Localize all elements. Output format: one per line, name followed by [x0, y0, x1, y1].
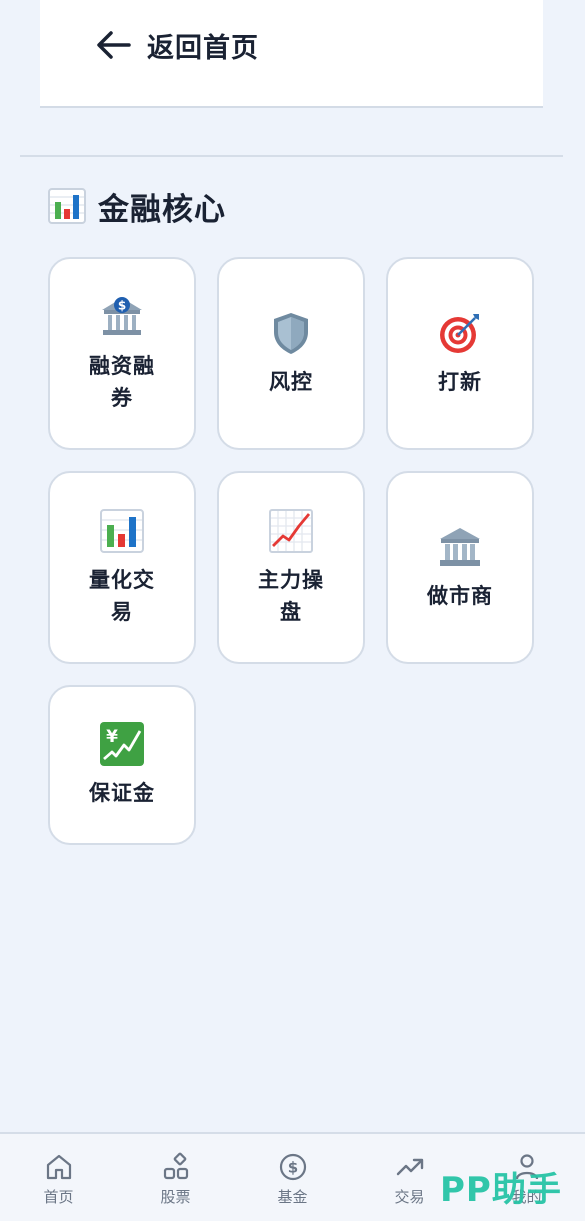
tile-label: 融资融券: [89, 353, 155, 410]
tile-label: 做市商: [427, 583, 493, 608]
nav-item-stocks[interactable]: 股票: [117, 1134, 234, 1221]
divider: [20, 155, 563, 157]
tile-margin-trading[interactable]: $ 融资融券: [48, 257, 196, 450]
tile-label: 主力操盘: [258, 567, 324, 624]
bar-chart-icon: [100, 508, 144, 553]
tile-label: 量化交易: [89, 567, 155, 624]
bar-chart-icon: [48, 188, 86, 224]
tile-risk-control[interactable]: 风控: [217, 257, 365, 450]
bank-dollar-icon: $: [102, 296, 142, 335]
section-title: 金融核心: [98, 191, 226, 228]
back-card: 返回首页: [40, 0, 543, 108]
tile-label: 保证金: [89, 781, 155, 805]
tile-market-maker[interactable]: 做市商: [386, 471, 534, 664]
nav-item-funds[interactable]: $ 基金: [234, 1134, 351, 1221]
tile-label: 打新: [438, 369, 482, 394]
tile-margin-deposit[interactable]: ¥ 保证金: [48, 685, 196, 845]
nav-label: 交易: [394, 1188, 425, 1206]
back-button[interactable]: 返回首页: [95, 22, 259, 68]
feature-grid: $ 融资融券 风控 打新 量化交易 主力操盘 做市商 ¥ 保证金: [48, 257, 534, 878]
yen-chart-icon: ¥: [100, 722, 144, 766]
svg-text:¥: ¥: [106, 727, 118, 747]
target-icon: [440, 313, 479, 353]
nav-label: 首页: [43, 1188, 74, 1206]
svg-text:$: $: [118, 298, 126, 312]
nav-label: 基金: [277, 1188, 308, 1206]
watermark: PP助手: [440, 1170, 562, 1210]
tile-quant-trading[interactable]: 量化交易: [48, 471, 196, 664]
tile-main-force[interactable]: 主力操盘: [217, 471, 365, 664]
home-icon: [46, 1154, 71, 1180]
trend-up-chart-icon: [269, 508, 313, 553]
page: 返回首页 金融核心 $ 融资融券 风控 打新 量化交易 主力操盘 做市商 ¥ 保…: [0, 0, 585, 1221]
shield-icon: [274, 312, 308, 354]
nav-label: 股票: [160, 1188, 191, 1206]
arrow-left-icon: [97, 31, 131, 59]
svg-text:$: $: [287, 1159, 297, 1177]
tile-label: 风控: [269, 369, 313, 394]
section-header: 金融核心: [48, 186, 226, 228]
nav-item-home[interactable]: 首页: [0, 1134, 117, 1221]
trend-arrow-icon: [396, 1158, 423, 1176]
blocks-icon: [163, 1152, 188, 1180]
tile-ipo-subscription[interactable]: 打新: [386, 257, 534, 450]
classical-building-icon: [440, 527, 480, 566]
back-label: 返回首页: [147, 32, 259, 64]
dollar-circle-icon: $: [279, 1153, 306, 1181]
